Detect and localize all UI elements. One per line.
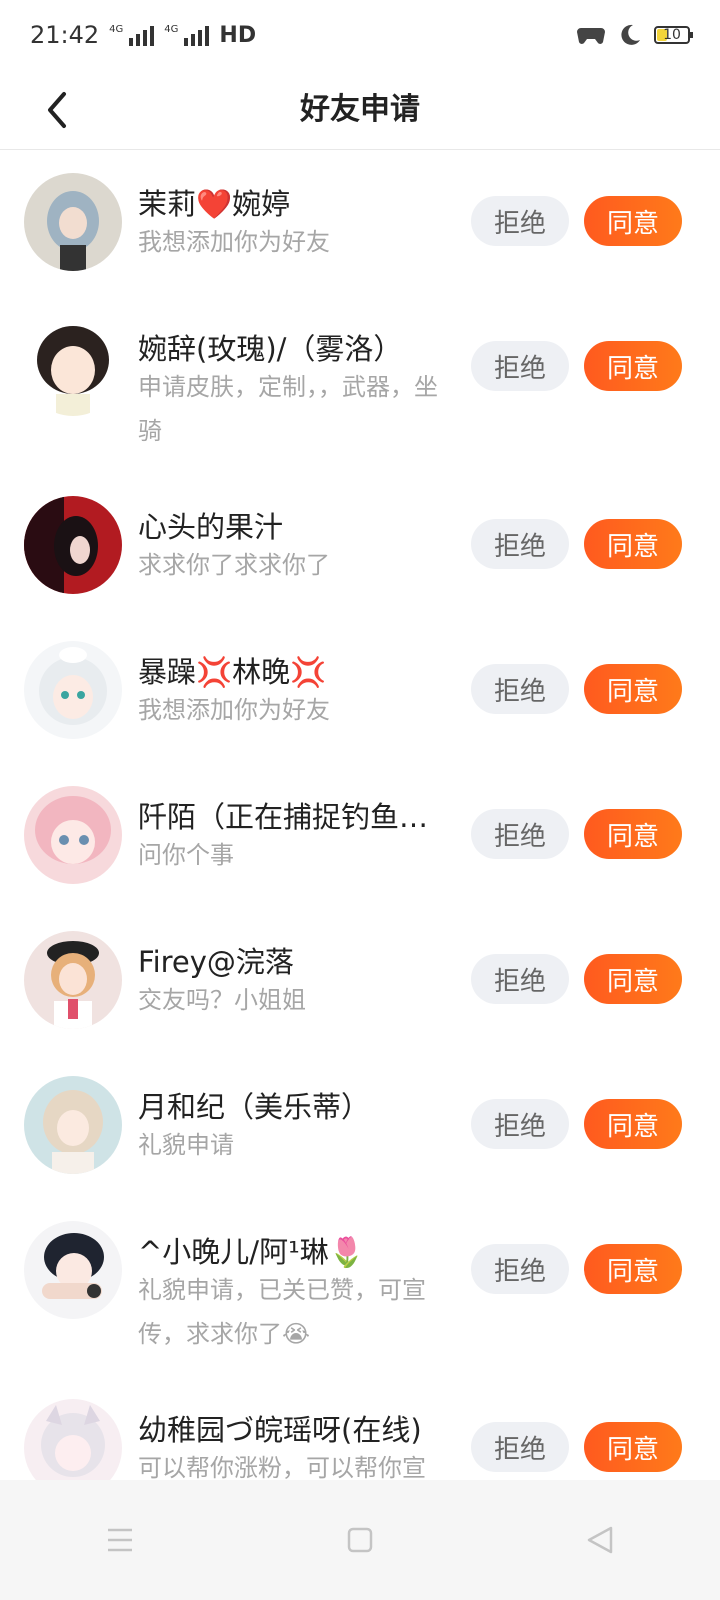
reject-button[interactable]: 拒绝 bbox=[471, 664, 569, 714]
status-bar: 21:42 4G 4G HD 10 bbox=[0, 0, 720, 70]
status-left: 21:42 4G 4G HD bbox=[30, 21, 256, 49]
accept-button[interactable]: 同意 bbox=[584, 1244, 682, 1294]
signal-label-2: 4G bbox=[164, 24, 179, 35]
friend-request-list[interactable]: 茉莉❤️婉婷 我想添加你为好友 拒绝 同意 婉辞(玫瑰)/（雾洛） 申请皮肤，定… bbox=[0, 150, 720, 1480]
request-message: 问你个事 bbox=[138, 841, 234, 869]
request-name: 婉辞(玫瑰)/（雾洛） bbox=[138, 332, 403, 366]
accept-button[interactable]: 同意 bbox=[584, 664, 682, 714]
request-message: 交友吗？小姐姐 bbox=[138, 986, 306, 1014]
request-name: 幼稚园づ皖瑶呀(在线) bbox=[138, 1413, 422, 1447]
reject-button[interactable]: 拒绝 bbox=[471, 954, 569, 1004]
request-message: 我想添加你为好友 bbox=[138, 696, 330, 724]
request-name: 暴躁💢林晚💢 bbox=[138, 655, 327, 689]
reject-button[interactable]: 拒绝 bbox=[471, 1244, 569, 1294]
request-name: 茉莉❤️婉婷 bbox=[138, 187, 291, 221]
game-controller-icon bbox=[577, 28, 605, 44]
request-name: 心头的果汁 bbox=[138, 510, 284, 544]
moon-icon bbox=[621, 24, 640, 45]
request-message: 申请皮肤，定制，，武器，坐骑 bbox=[138, 373, 438, 445]
accept-button[interactable]: 同意 bbox=[584, 196, 682, 246]
accept-button[interactable]: 同意 bbox=[584, 809, 682, 859]
request-message: 礼貌申请 bbox=[138, 1131, 234, 1159]
accept-button[interactable]: 同意 bbox=[584, 1099, 682, 1149]
battery-level: 10 bbox=[663, 27, 681, 43]
battery-icon: 10 bbox=[654, 26, 693, 44]
network-hd-label: HD bbox=[219, 22, 257, 48]
system-navigation-bar bbox=[0, 1480, 720, 1600]
reject-button[interactable]: 拒绝 bbox=[471, 809, 569, 859]
avatar[interactable] bbox=[24, 786, 122, 884]
page-title: 好友申请 bbox=[300, 92, 420, 127]
accept-button[interactable]: 同意 bbox=[584, 1422, 682, 1472]
home-square-icon bbox=[347, 1527, 373, 1553]
accept-button[interactable]: 同意 bbox=[584, 341, 682, 391]
accept-button[interactable]: 同意 bbox=[584, 519, 682, 569]
request-message: 礼貌申请，已关已赞，可宣传，求求你了😭 bbox=[138, 1276, 426, 1348]
avatar[interactable] bbox=[24, 1076, 122, 1174]
request-name: 阡陌（正在捕捉钓鱼一… bbox=[138, 800, 454, 834]
nav-home-button[interactable] bbox=[320, 1510, 400, 1570]
request-name: Firey@浣落 bbox=[138, 945, 294, 979]
avatar[interactable] bbox=[24, 1221, 122, 1319]
avatar[interactable] bbox=[24, 496, 122, 594]
avatar[interactable] bbox=[24, 318, 122, 416]
top-bar: 好友申请 bbox=[0, 70, 720, 150]
request-name: 月和纪（美乐蒂） bbox=[138, 1090, 371, 1124]
reject-button[interactable]: 拒绝 bbox=[471, 1099, 569, 1149]
reject-button[interactable]: 拒绝 bbox=[471, 1422, 569, 1472]
back-triangle-icon bbox=[587, 1526, 613, 1554]
accept-button[interactable]: 同意 bbox=[584, 954, 682, 1004]
request-name: ^小晚儿/阿¹琳🌷 bbox=[138, 1235, 365, 1269]
menu-icon bbox=[108, 1528, 132, 1552]
status-right: 10 bbox=[576, 23, 693, 47]
reject-button[interactable]: 拒绝 bbox=[471, 196, 569, 246]
request-message: 我想添加你为好友 bbox=[138, 228, 330, 256]
nav-back-button[interactable] bbox=[560, 1510, 640, 1570]
request-message: 求求你了求求你了 bbox=[138, 551, 330, 579]
signal-icon: 4G bbox=[109, 24, 155, 46]
signal-icon-2: 4G bbox=[164, 24, 210, 46]
avatar[interactable] bbox=[24, 1399, 122, 1480]
avatar[interactable] bbox=[24, 173, 122, 271]
signal-label: 4G bbox=[109, 24, 124, 35]
avatar[interactable] bbox=[24, 641, 122, 739]
status-time: 21:42 bbox=[30, 21, 100, 49]
nav-menu-button[interactable] bbox=[80, 1510, 160, 1570]
request-message: 可以帮你涨粉，可以帮你宣 bbox=[138, 1454, 426, 1480]
reject-button[interactable]: 拒绝 bbox=[471, 341, 569, 391]
avatar[interactable] bbox=[24, 931, 122, 1029]
reject-button[interactable]: 拒绝 bbox=[471, 519, 569, 569]
